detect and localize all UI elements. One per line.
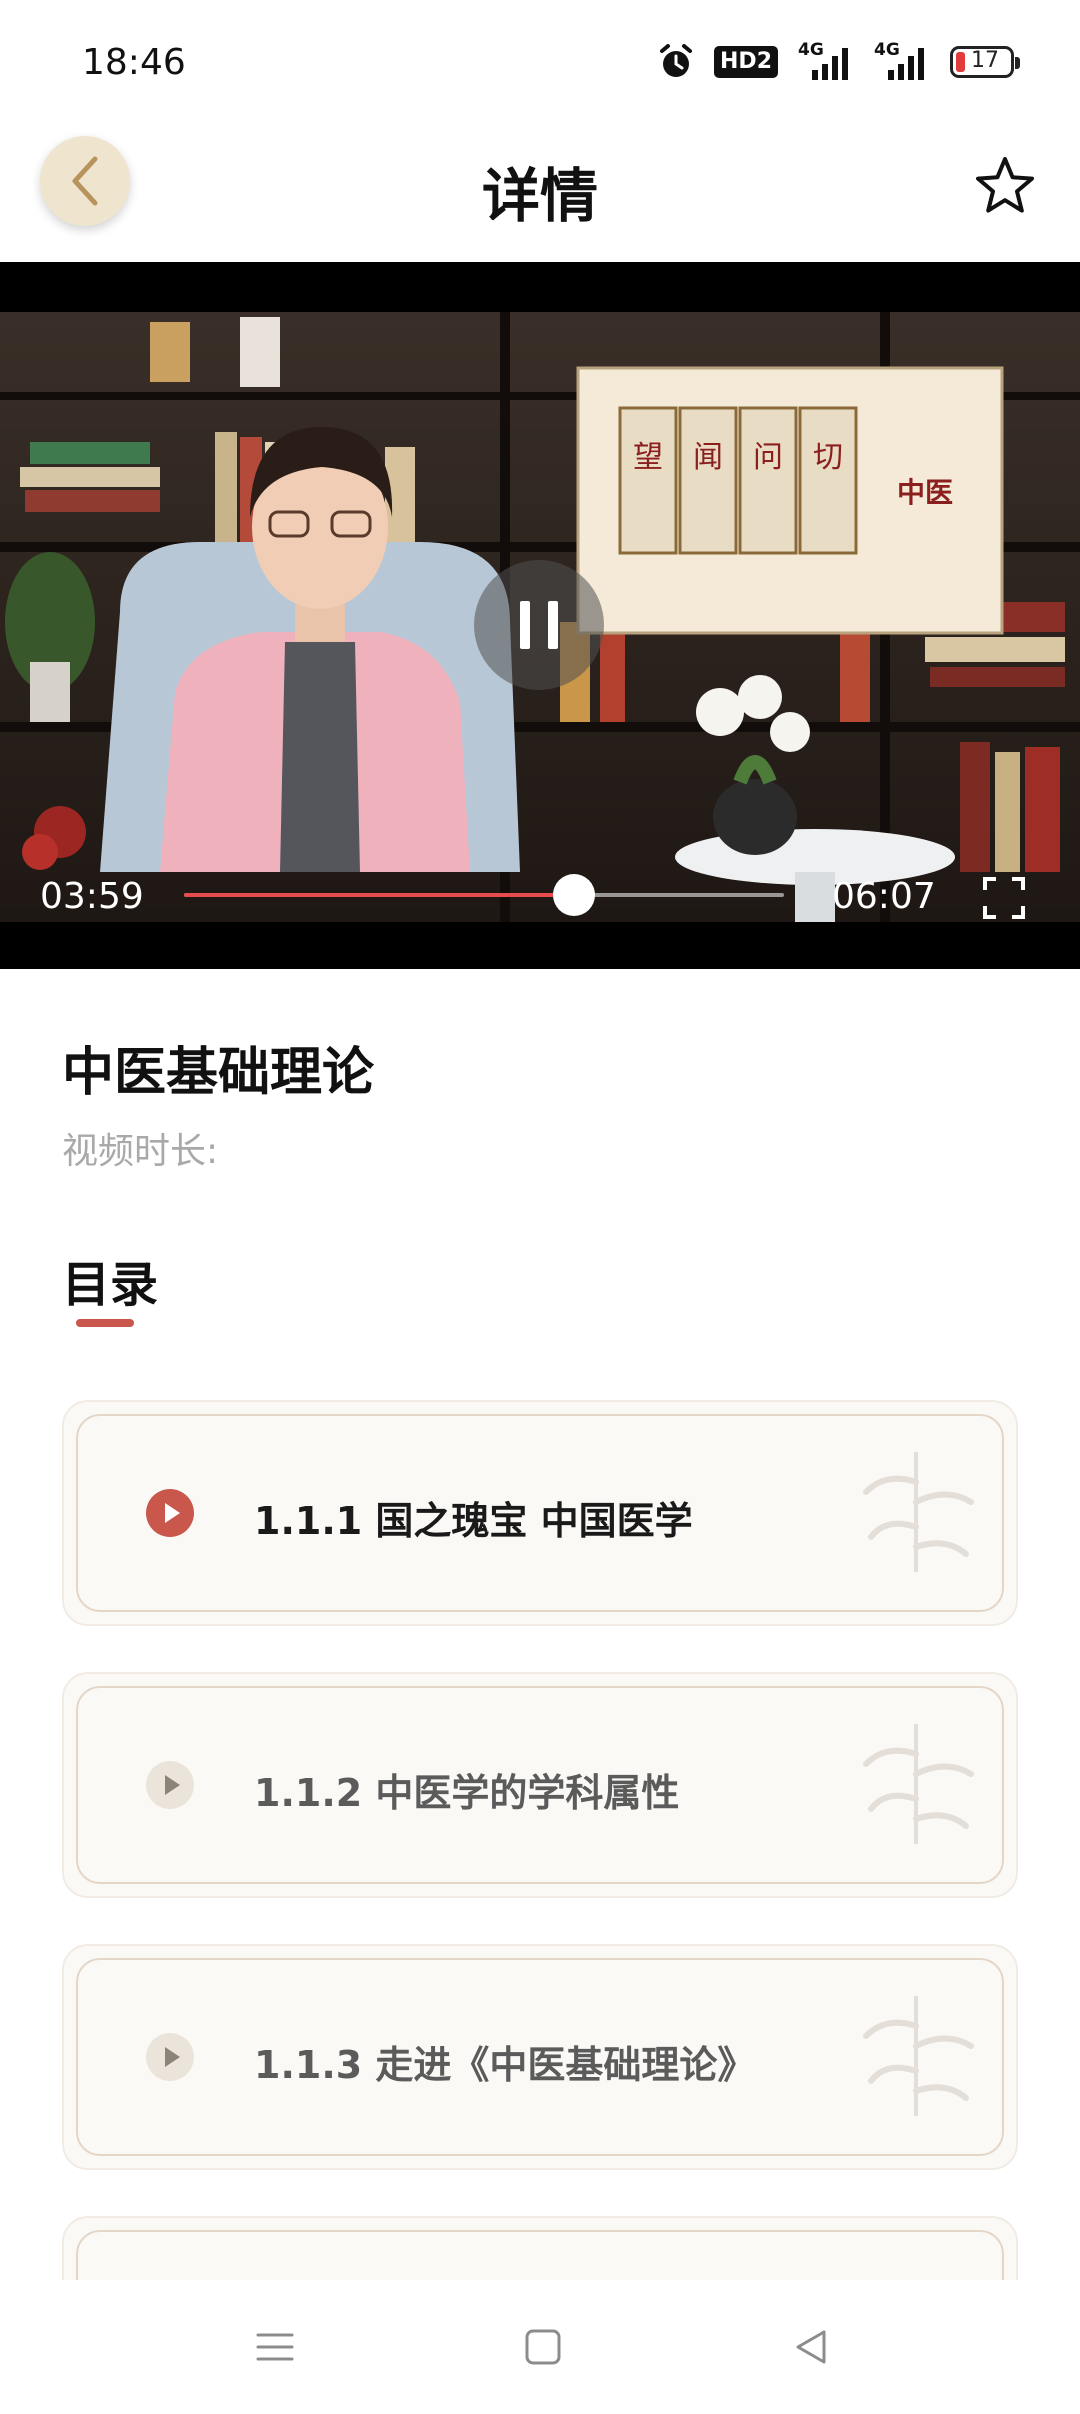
progress-fill [184,893,574,897]
page-title: 详情 [481,162,598,230]
battery-fill [956,52,965,72]
alarm-clock-icon [660,44,693,77]
chapter-item-1[interactable]: 1.1.1 国之瑰宝 中国医学 [62,1400,1018,1626]
progress-thumb[interactable] [553,874,595,916]
chapter-list: 1.1.1 国之瑰宝 中国医学 1.1.2 中医学的学科属性 1.1.3 走进《… [0,1400,1080,2280]
back-triangle-icon[interactable] [786,2322,836,2372]
video-duration-label: 视频时长: [62,1131,219,1172]
board-scroll-3: 问 [753,440,783,475]
pause-icon-left [520,601,530,649]
menu-icon[interactable] [250,2322,300,2372]
star-outline-icon[interactable] [972,153,1038,219]
chapter-label: 1.1.2 中医学的学科属性 [254,1771,680,1815]
chapter-item-3[interactable]: 1.1.3 走进《中医基础理论》 [62,1944,1018,2170]
battery-icon: 17 [950,46,1020,78]
chapter-item-4[interactable] [62,2216,1018,2280]
hd-voice-badge: HD2 [714,46,778,78]
header-bar: 详情 [0,125,1080,262]
signal-2-icon: 4G [874,40,930,82]
bamboo-decoration-icon [863,1724,974,1844]
board-scroll-4: 切 [813,440,843,475]
fullscreen-icon[interactable] [982,876,1026,920]
system-nav-bar [0,2282,1080,2414]
pause-icon-right [548,601,558,649]
catalog-title: 目录 [62,1257,159,1313]
bamboo-decoration-icon [863,1452,974,1572]
board-scroll-2: 闻 [693,440,723,475]
play-active-icon [146,1489,194,1537]
play-inactive-icon [146,2033,194,2081]
battery-level: 17 [971,48,999,73]
status-bar: 18:46 HD2 4G 4G 17 [0,0,1080,125]
chapter-frame [76,2230,1004,2280]
pause-button[interactable] [474,560,604,690]
catalog-title-underline [76,1319,134,1327]
board-scroll-1: 望 [633,440,663,475]
status-icons: HD2 4G 4G 17 [658,40,1020,84]
board-caption: 中医 [897,476,953,509]
chapter-label: 1.1.3 走进《中医基础理论》 [254,2043,756,2087]
course-title: 中医基础理论 [62,1042,375,1103]
total-time: 06:07 [832,876,936,917]
signal-1-icon: 4G [798,40,854,82]
home-square-icon[interactable] [518,2322,568,2372]
play-inactive-icon [146,1761,194,1809]
bamboo-decoration-icon [863,1996,974,2116]
chapter-item-2[interactable]: 1.1.2 中医学的学科属性 [62,1672,1018,1898]
chapter-label: 1.1.1 国之瑰宝 中国医学 [254,1499,693,1543]
current-time: 03:59 [40,876,144,917]
progress-slider[interactable] [184,874,784,916]
status-time: 18:46 [82,42,186,83]
video-player[interactable]: 望 闻 问 切 中医 03:59 06:07 [0,262,1080,969]
